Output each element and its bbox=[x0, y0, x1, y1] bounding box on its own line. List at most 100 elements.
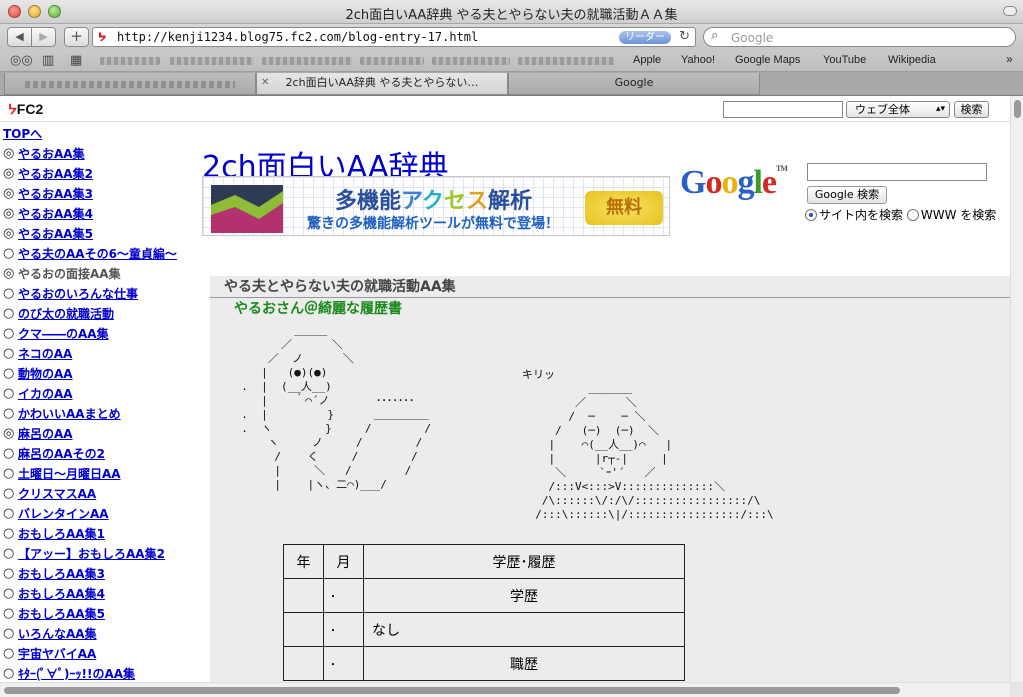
sidebar-item-label[interactable]: やる夫のAAその6〜童貞編〜 bbox=[18, 246, 177, 262]
horizontal-scroll-thumb[interactable] bbox=[4, 687, 900, 694]
bookmark-redacted[interactable] bbox=[262, 57, 352, 65]
sidebar-item[interactable]: ○ おもしろAA集3 bbox=[3, 566, 203, 586]
sidebar-item[interactable]: ○ 宇宙ヤバイAA bbox=[3, 646, 203, 666]
sidebar-item-label[interactable]: やるおAA集5 bbox=[18, 226, 93, 242]
sidebar-item[interactable]: ◎ やるおAA集5 bbox=[3, 226, 203, 246]
sidebar-item[interactable]: ○ クリスマスAA bbox=[3, 486, 203, 506]
sidebar-item[interactable]: ○ やる夫のAAその6〜童貞編〜 bbox=[3, 246, 203, 266]
sidebar-item[interactable]: ○ やるおのいろんな仕事 bbox=[3, 286, 203, 306]
radio-www-search[interactable] bbox=[906, 209, 919, 221]
sidebar-item-label[interactable]: おもしろAA集5 bbox=[18, 606, 105, 622]
more-bookmarks-icon[interactable]: » bbox=[1006, 52, 1013, 66]
sidebar-item[interactable]: ○ かわいいAAまとめ bbox=[3, 406, 203, 426]
sidebar-item[interactable]: ○ いろんなAA集 bbox=[3, 626, 203, 646]
add-bookmark-button[interactable]: + bbox=[64, 27, 89, 47]
reading-list-icon[interactable]: ◎◎ bbox=[10, 53, 33, 68]
window-resize-handle[interactable] bbox=[1010, 682, 1023, 697]
sidebar-item[interactable]: ◎ やるおAA集2 bbox=[3, 166, 203, 186]
bookmark-wikipedia[interactable]: Wikipedia bbox=[888, 54, 936, 66]
tab-active-blog[interactable]: ✕ 2ch面白いAA辞典 やる夫とやらない… bbox=[256, 73, 508, 95]
top-sites-grid-icon[interactable]: ▦ bbox=[70, 53, 82, 68]
sidebar-item[interactable]: ○ 動物のAA bbox=[3, 366, 203, 386]
url-text[interactable]: http://kenji1234.blog75.fc2.com/blog-ent… bbox=[117, 30, 478, 44]
tab-redacted[interactable] bbox=[4, 73, 256, 95]
sidebar-item[interactable]: ○ イカのAA bbox=[3, 386, 203, 406]
sidebar-item-label[interactable]: かわいいAAまとめ bbox=[18, 406, 121, 422]
vertical-scrollbar[interactable] bbox=[1010, 96, 1023, 682]
radio-site-label[interactable]: サイト内を検索 bbox=[819, 208, 903, 222]
sidebar-item[interactable]: ○ 麻呂のAAその2 bbox=[3, 446, 203, 466]
back-button[interactable]: ◀ bbox=[7, 27, 32, 47]
sidebar-item[interactable]: ◎ やるおAA集3 bbox=[3, 186, 203, 206]
sidebar-item[interactable]: ○ ｷﾀｰ(ﾟ∀ﾟ)ｰｯ!!のAA集 bbox=[3, 666, 203, 682]
bookmark-redacted[interactable] bbox=[170, 57, 254, 65]
sidebar-item-label[interactable]: イカのAA bbox=[18, 386, 73, 402]
sidebar-item[interactable]: ○ クマ――のAA集 bbox=[3, 326, 203, 346]
bookmark-youtube[interactable]: YouTube bbox=[823, 54, 866, 66]
sidebar-item-label[interactable]: いろんなAA集 bbox=[18, 626, 97, 642]
sidebar-item-label[interactable]: ネコのAA bbox=[18, 346, 72, 362]
sidebar-item[interactable]: ○ おもしろAA集5 bbox=[3, 606, 203, 626]
sidebar-item-label[interactable]: 土曜日〜月曜日AA bbox=[18, 466, 121, 482]
sidebar-item-label[interactable]: やるおAA集 bbox=[18, 146, 85, 162]
bookmark-apple[interactable]: Apple bbox=[633, 54, 661, 66]
sidebar-item[interactable]: ○ バレンタインAA bbox=[3, 506, 203, 526]
sidebar-item-label[interactable]: 宇宙ヤバイAA bbox=[18, 646, 96, 662]
fc2-logo[interactable]: ᔭFC2 bbox=[8, 101, 43, 118]
bookmark-redacted[interactable] bbox=[518, 57, 614, 65]
fc2-search-button[interactable]: 検索 bbox=[954, 101, 989, 118]
sidebar-item[interactable]: ○ おもしろAA集1 bbox=[3, 526, 203, 546]
sidebar-item-label[interactable]: クリスマスAA bbox=[18, 486, 96, 502]
sidebar-item[interactable]: ○ 【アッー】おもしろAA集2 bbox=[3, 546, 203, 566]
sidebar-item-label[interactable]: やるおのいろんな仕事 bbox=[18, 286, 138, 302]
sidebar-item[interactable]: ◎ やるおの面接AA集 bbox=[3, 266, 203, 286]
yaranaio-ascii-art: キリッ ＿＿＿＿ ／ ＼ / ─ ─ ＼ / (─) (─) ＼ | ⌒(__人… bbox=[522, 368, 774, 521]
bookmarks-book-icon[interactable]: ▥ bbox=[42, 53, 54, 68]
bookmark-redacted[interactable] bbox=[100, 57, 160, 65]
bookmark-redacted[interactable] bbox=[360, 57, 424, 65]
fc2-search-input[interactable] bbox=[723, 101, 843, 118]
sidebar-item-label[interactable]: 【アッー】おもしろAA集2 bbox=[18, 546, 165, 562]
sidebar-item[interactable]: ○ 土曜日〜月曜日AA bbox=[3, 466, 203, 486]
sidebar-item-label[interactable]: 麻呂のAA bbox=[18, 426, 73, 442]
forward-button[interactable]: ▶ bbox=[31, 27, 56, 47]
bookmark-redacted[interactable] bbox=[432, 57, 510, 65]
radio-site-search[interactable] bbox=[805, 209, 817, 221]
close-tab-icon[interactable]: ✕ bbox=[261, 73, 269, 93]
sidebar-item-label[interactable]: おもしろAA集4 bbox=[18, 586, 105, 602]
sidebar-item[interactable]: ○ ネコのAA bbox=[3, 346, 203, 366]
sidebar-item-label[interactable]: ｷﾀｰ(ﾟ∀ﾟ)ｰｯ!!のAA集 bbox=[18, 666, 135, 682]
sidebar-item-label[interactable]: 動物のAA bbox=[18, 366, 73, 382]
bookmark-yahoo[interactable]: Yahoo! bbox=[681, 54, 715, 66]
sidebar-item-label[interactable]: バレンタインAA bbox=[18, 506, 109, 522]
sidebar-item-label[interactable]: おもしろAA集1 bbox=[18, 526, 105, 542]
reader-button[interactable]: リーダー bbox=[619, 31, 671, 44]
sidebar-item[interactable]: ◎ やるおAA集4 bbox=[3, 206, 203, 226]
bookmark-google-maps[interactable]: Google Maps bbox=[735, 54, 800, 66]
sidebar-item[interactable]: ◎ やるおAA集 bbox=[3, 146, 203, 166]
google-search-input[interactable] bbox=[807, 163, 987, 181]
tab-google[interactable]: Google bbox=[508, 73, 760, 95]
sidebar-item[interactable]: ○ のび太の就職活動 bbox=[3, 306, 203, 326]
radio-www-label[interactable]: WWW を検索 bbox=[921, 208, 996, 222]
address-bar[interactable]: ᔭ http://kenji1234.blog75.fc2.com/blog-e… bbox=[92, 27, 696, 47]
access-analysis-banner[interactable]: 多機能アクセス解析 驚きの多機能解析ツールが無料で登場！ 無料 bbox=[202, 176, 670, 236]
sidebar-item[interactable]: ◎ 麻呂のAA bbox=[3, 426, 203, 446]
sidebar-item-label[interactable]: おもしろAA集3 bbox=[18, 566, 105, 582]
sidebar-item-label[interactable]: クマ――のAA集 bbox=[18, 326, 109, 342]
sidebar-item-label[interactable]: やるおの面接AA集 bbox=[18, 266, 121, 282]
horizontal-scrollbar[interactable] bbox=[0, 682, 1010, 697]
sidebar-item-label[interactable]: やるおAA集4 bbox=[18, 206, 93, 222]
sidebar-item-label[interactable]: やるおAA集2 bbox=[18, 166, 93, 182]
google-search-button[interactable]: Google 検索 bbox=[807, 186, 887, 204]
fc2-scope-select[interactable]: ウェブ全体 ▴▾ bbox=[846, 101, 950, 118]
vertical-scroll-thumb[interactable] bbox=[1014, 100, 1021, 118]
search-field[interactable]: ⌕ Google bbox=[703, 27, 1016, 47]
reload-icon[interactable]: ↻ bbox=[679, 29, 690, 44]
sidebar-item[interactable]: ○ おもしろAA集4 bbox=[3, 586, 203, 606]
sidebar-item-label[interactable]: やるおAA集3 bbox=[18, 186, 93, 202]
sidebar-top-link[interactable]: TOPへ bbox=[3, 126, 203, 146]
toolbar-toggle-button[interactable] bbox=[1003, 6, 1017, 16]
sidebar-item-label[interactable]: のび太の就職活動 bbox=[18, 306, 114, 322]
sidebar-item-label[interactable]: 麻呂のAAその2 bbox=[18, 446, 105, 462]
